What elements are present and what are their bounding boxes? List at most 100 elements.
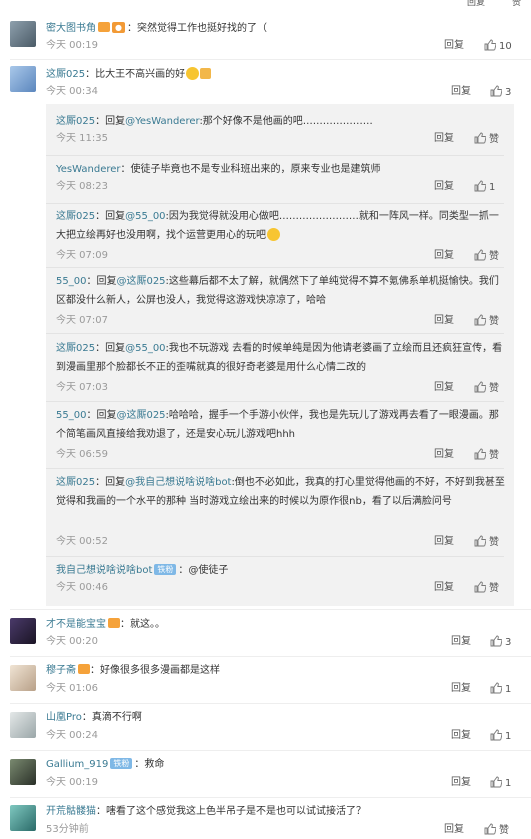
reply-time: 今天 11:35 <box>56 133 108 144</box>
mention-link[interactable]: @这厮025 <box>116 276 165 287</box>
comment-item: 开荒骷髅猫：嗐看了这个感觉我这上色半吊子是不是也可以试试接活了？ 53分钟前 回… <box>0 800 531 836</box>
like-button[interactable]: 赞 <box>474 535 499 551</box>
reply-button[interactable]: 回复 <box>444 40 464 52</box>
reply-item: 55_00：回复@这厮025:哈哈哈，握手一个手游小伙伴，我也是先玩儿了游戏再去… <box>56 406 506 461</box>
comment-item: 山凰Pro：真滴不行啊 今天 00:24 回复 1 <box>0 706 531 746</box>
previous-comment-actions: 回复 赞 <box>466 0 521 8</box>
avatar[interactable] <box>10 21 36 47</box>
like-count: 3 <box>505 87 512 98</box>
reply-username[interactable]: 55_00 <box>56 276 86 287</box>
mention-link[interactable]: @这厮025 <box>116 410 165 421</box>
thumbs-up-icon <box>490 682 503 698</box>
reply-username[interactable]: 这厮025 <box>56 211 95 222</box>
like-button[interactable]: 1 <box>490 682 511 698</box>
like-button[interactable]: 10 <box>484 39 512 55</box>
like-button[interactable]: 赞 <box>474 448 499 464</box>
comment-time: 今天 01:06 <box>46 683 98 694</box>
vip-icon <box>108 618 120 628</box>
thumbs-up-icon <box>474 249 487 265</box>
reply-button[interactable]: 回复 <box>451 86 471 98</box>
reply-time: 今天 06:59 <box>56 449 108 460</box>
reply-button[interactable]: 回复 <box>451 777 471 789</box>
reply-thread: 这厮025：回复@YesWanderer:那个好像不是他画的吧………………… 今… <box>46 104 514 606</box>
like-count: 赞 <box>499 825 509 836</box>
like-button[interactable]: 3 <box>490 85 511 101</box>
comment-username[interactable]: 山凰Pro <box>46 712 82 723</box>
reply-time: 今天 08:23 <box>56 181 108 192</box>
like-button[interactable]: 1 <box>490 776 511 792</box>
reply-username[interactable]: 55_00 <box>56 410 86 421</box>
mention-link[interactable]: @55_00 <box>125 211 165 222</box>
reply-button[interactable]: 回复 <box>434 582 454 594</box>
divider <box>10 703 531 704</box>
reply-button[interactable]: 回复 <box>434 250 454 262</box>
mention-link[interactable]: @YesWanderer <box>125 116 199 127</box>
like-button[interactable]: 赞 <box>474 249 499 265</box>
avatar[interactable] <box>10 805 36 831</box>
thumbs-up-icon <box>474 132 487 148</box>
reply-item: 这厮025：回复@YesWanderer:那个好像不是他画的吧………………… 今… <box>56 112 506 145</box>
smile-emoji-icon <box>186 67 200 80</box>
avatar[interactable] <box>10 712 36 738</box>
like-button[interactable]: 1 <box>474 180 495 196</box>
reply-username[interactable]: 这厮025 <box>56 477 95 488</box>
reply-username[interactable]: YesWanderer <box>56 164 121 175</box>
reply-time: 今天 07:09 <box>56 250 108 261</box>
reply-username[interactable]: 这厮025 <box>56 343 95 354</box>
thumbs-up-icon <box>490 635 503 651</box>
reply-item: 这厮025：回复@我自己想说啥说啥bot:倒也不必如此，我真的打心里觉得他画的不… <box>56 473 506 548</box>
thumbs-up-icon <box>484 823 497 839</box>
like-button[interactable]: 1 <box>490 729 511 745</box>
thumbs-up-icon <box>474 381 487 397</box>
like-button[interactable]: 赞 <box>474 581 499 597</box>
thumbs-up-icon <box>490 85 503 101</box>
like-button[interactable]: 赞 <box>474 314 499 330</box>
reply-button[interactable]: 回复 <box>451 683 471 695</box>
divider <box>10 797 531 798</box>
thumbs-up-icon <box>474 535 487 551</box>
comment-text: 比大王不高兴画的好 <box>95 69 186 80</box>
divider <box>10 656 531 657</box>
reply-button[interactable]: 回复 <box>434 382 454 394</box>
like-count: 1 <box>505 778 512 789</box>
like-button[interactable]: 赞 <box>474 381 499 397</box>
reply-item: 我自己想说啥说啥bot 铁粉 ：@使徒子 今天 00:46 回复 赞 <box>56 561 506 594</box>
like-button[interactable]: 赞 <box>484 823 509 839</box>
like-button[interactable]: 赞 <box>474 132 499 148</box>
reply-button[interactable]: 回复 <box>444 824 464 836</box>
comment-username[interactable]: 穆子斋 <box>46 665 76 676</box>
comment-text: 救命 <box>144 759 165 770</box>
avatar[interactable] <box>10 759 36 785</box>
reply-item: YesWanderer：使徒子毕竟也不是专业科班出来的，原来专业也是建筑师 今天… <box>56 160 506 193</box>
avatar[interactable] <box>10 618 36 644</box>
avatar[interactable] <box>10 665 36 691</box>
reply-button[interactable]: 回复 <box>434 181 454 193</box>
comment-username[interactable]: 开荒骷髅猫 <box>46 806 96 817</box>
reply-button[interactable]: 回复 <box>434 449 454 461</box>
reply-button[interactable]: 回复 <box>451 636 471 648</box>
thumbs-up-icon <box>474 180 487 196</box>
reply-button[interactable]: 回复 <box>434 133 454 145</box>
reply-username[interactable]: 这厮025 <box>56 116 95 127</box>
comment-time: 今天 00:34 <box>46 86 98 97</box>
avatar[interactable] <box>10 66 36 92</box>
divider <box>46 203 504 204</box>
reply-time: 今天 07:03 <box>56 382 108 393</box>
reply-username[interactable]: 我自己想说啥说啥bot <box>56 565 152 576</box>
reply-button[interactable]: 回复 <box>451 730 471 742</box>
comment-username[interactable]: 这厮025 <box>46 69 85 80</box>
comment-username[interactable]: 密大图书角 <box>46 23 96 34</box>
mention-link[interactable]: @我自己想说啥说啥bot <box>125 477 231 488</box>
emoji-icon <box>267 228 280 241</box>
comment-username[interactable]: 才不是能宝宝 <box>46 619 106 630</box>
reply-item: 这厮025：回复@55_00:我也不玩游戏 去看的时候单纯是因为他请老婆画了立绘… <box>56 339 506 394</box>
divider <box>46 155 504 156</box>
comment-username[interactable]: Gallium_919 <box>46 759 108 770</box>
reply-time: 今天 00:52 <box>56 536 108 547</box>
mention-link[interactable]: @55_00 <box>125 343 165 354</box>
reply-button[interactable]: 回复 <box>434 315 454 327</box>
comment-time: 53分钟前 <box>46 824 89 835</box>
reply-button[interactable]: 回复 <box>434 536 454 548</box>
comment-text: 突然觉得工作也挺好找的了（ <box>136 23 267 34</box>
like-button[interactable]: 3 <box>490 635 511 651</box>
